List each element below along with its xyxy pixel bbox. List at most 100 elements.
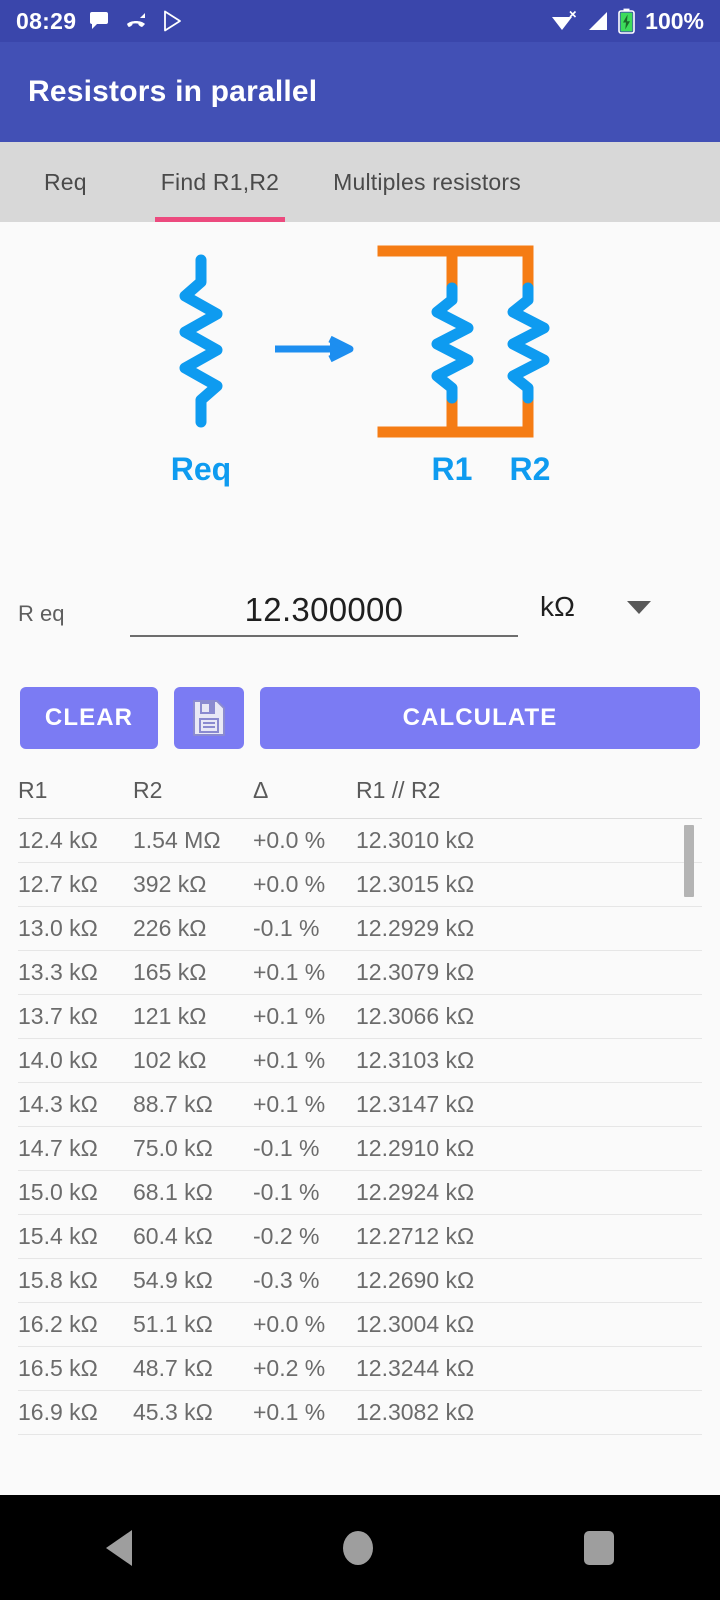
home-circle-icon[interactable] (342, 1530, 373, 1565)
cell-r2: 48.7 kΩ (133, 1346, 253, 1391)
cellular-no-service-icon (586, 10, 610, 32)
back-triangle-icon[interactable] (105, 1529, 132, 1566)
r2-diagram-label: R2 (510, 451, 551, 487)
col-header-delta: Δ (253, 777, 269, 803)
chevron-down-icon (626, 600, 651, 614)
cell-r2: 226 kΩ (133, 906, 253, 951)
cell-r2: 121 kΩ (133, 994, 253, 1039)
results-table-head: R1 R2 Δ R1 // R2 (18, 777, 702, 819)
cell-r2: 42.2 kΩ (133, 1434, 253, 1437)
cell-r1: 16.5 kΩ (18, 1346, 133, 1391)
table-row[interactable]: 13.7 kΩ 121 kΩ +0.1 % 12.3066 kΩ (18, 994, 702, 1039)
app-screen: 08:29 100% Resistors in parallel Req Fin… (0, 0, 720, 1600)
cell-r2: 102 kΩ (133, 1038, 253, 1083)
cell-r1: 15.4 kΩ (18, 1214, 133, 1259)
cell-parallel: 12.2712 kΩ (356, 1214, 702, 1259)
chat-bubble-icon (88, 9, 112, 33)
circuit-diagram: Req R1 R2 (0, 222, 720, 517)
cell-parallel: 12.3244 kΩ (356, 1346, 702, 1391)
unit-dropdown[interactable]: kΩ (540, 591, 651, 637)
cell-delta: -0.1 % (253, 1126, 356, 1171)
cell-delta: -0.2 % (253, 1214, 356, 1259)
table-row[interactable]: 13.3 kΩ 165 kΩ +0.1 % 12.3079 kΩ (18, 950, 702, 995)
recents-square-icon[interactable] (584, 1530, 615, 1565)
tab-multiples-resistors[interactable]: Multiples resistors (327, 142, 527, 222)
status-bar: 08:29 100% (0, 0, 720, 42)
cell-parallel: 12.2929 kΩ (356, 906, 702, 951)
cell-delta: +0.1 % (253, 1390, 356, 1435)
cell-delta: +0.2 % (253, 1434, 356, 1437)
table-row[interactable]: 15.8 kΩ 54.9 kΩ -0.3 % 12.2690 kΩ (18, 1258, 702, 1303)
cell-delta: -0.3 % (253, 1258, 356, 1303)
table-row[interactable]: 13.0 kΩ 226 kΩ -0.1 % 12.2929 kΩ (18, 906, 702, 951)
status-clock: 08:29 (16, 7, 77, 34)
cell-r1: 16.2 kΩ (18, 1302, 133, 1347)
table-row[interactable]: 14.7 kΩ 75.0 kΩ -0.1 % 12.2910 kΩ (18, 1126, 702, 1171)
cell-r1: 12.4 kΩ (18, 818, 133, 863)
table-row[interactable]: 16.9 kΩ 45.3 kΩ +0.1 % 12.3082 kΩ (18, 1390, 702, 1435)
cell-parallel: 12.3010 kΩ (356, 818, 702, 863)
table-row[interactable]: 12.4 kΩ 1.54 MΩ +0.0 % 12.3010 kΩ (18, 818, 702, 863)
missed-call-icon (124, 9, 149, 33)
cell-parallel: 12.3004 kΩ (356, 1302, 702, 1347)
calculate-button[interactable]: CALCULATE (260, 687, 700, 749)
table-row[interactable]: 16.5 kΩ 48.7 kΩ +0.2 % 12.3244 kΩ (18, 1346, 702, 1391)
cell-delta: +0.0 % (253, 862, 356, 907)
table-row[interactable]: 16.2 kΩ 51.1 kΩ +0.0 % 12.3004 kΩ (18, 1302, 702, 1347)
cell-r2: 60.4 kΩ (133, 1214, 253, 1259)
table-row[interactable]: 14.0 kΩ 102 kΩ +0.1 % 12.3103 kΩ (18, 1038, 702, 1083)
table-scrollbar-thumb[interactable] (684, 825, 694, 897)
req-input-field[interactable]: 12.300000 (130, 591, 518, 637)
cell-r2: 88.7 kΩ (133, 1082, 253, 1127)
tab-req[interactable]: Req (38, 142, 93, 222)
cell-parallel: 12.2924 kΩ (356, 1170, 702, 1215)
unit-dropdown-value: kΩ (540, 591, 575, 622)
tab-find-r1-r2[interactable]: Find R1,R2 (154, 142, 286, 222)
req-resistor-symbol (179, 254, 223, 428)
cell-r1: 17.4 kΩ (18, 1434, 133, 1437)
wifi-icon (550, 10, 578, 32)
cell-delta: -0.1 % (253, 1170, 356, 1215)
cell-parallel: 12.3015 kΩ (356, 862, 702, 907)
tab-req-label: Req (44, 168, 87, 195)
app-bar: Resistors in parallel (0, 42, 720, 142)
table-row[interactable]: 12.7 kΩ 392 kΩ +0.0 % 12.3015 kΩ (18, 862, 702, 907)
cell-delta: +0.2 % (253, 1346, 356, 1391)
cell-delta: +0.1 % (253, 950, 356, 995)
battery-charging-icon (618, 8, 635, 34)
clear-button[interactable]: CLEAR (20, 687, 158, 749)
play-store-icon (161, 9, 185, 33)
cell-r1: 13.3 kΩ (18, 950, 133, 995)
save-icon (191, 699, 227, 737)
transform-arrow-icon (275, 335, 354, 363)
cell-r1: 14.7 kΩ (18, 1126, 133, 1171)
cell-r1: 14.0 kΩ (18, 1038, 133, 1083)
cell-r1: 14.3 kΩ (18, 1082, 133, 1127)
results-table-viewport[interactable]: R1 R2 Δ R1 // R2 12.4 kΩ 1.54 MΩ +0.0 % 12.… (18, 777, 702, 1437)
cell-delta: -0.1 % (253, 906, 356, 951)
req-input-value: 12.300000 (244, 591, 404, 628)
cell-r1: 13.7 kΩ (18, 994, 133, 1039)
table-row[interactable]: 17.4 kΩ42.2 kΩ+0.2 %12.3201 kΩ (18, 1434, 702, 1437)
cell-delta: +0.1 % (253, 1082, 356, 1127)
table-row[interactable]: 14.3 kΩ 88.7 kΩ +0.1 % 12.3147 kΩ (18, 1082, 702, 1127)
tab-multiples-resistors-label: Multiples resistors (333, 168, 521, 195)
req-input-row: R eq 12.300000 kΩ (0, 559, 720, 637)
cell-delta: +0.0 % (253, 818, 356, 863)
table-row[interactable]: 15.4 kΩ 60.4 kΩ -0.2 % 12.2712 kΩ (18, 1214, 702, 1259)
action-button-row: CLEAR CALCULATE (0, 687, 720, 749)
cell-parallel: 12.3066 kΩ (356, 994, 702, 1039)
battery-percent-label: 100% (645, 7, 704, 34)
r1-resistor-symbol (431, 282, 474, 404)
table-row[interactable]: 15.0 kΩ 68.1 kΩ -0.1 % 12.2924 kΩ (18, 1170, 702, 1215)
cell-r1: 15.0 kΩ (18, 1170, 133, 1215)
tab-bar: Req Find R1,R2 Multiples resistors (0, 142, 720, 222)
cell-r1: 13.0 kΩ (18, 906, 133, 951)
status-right-group: 100% (550, 8, 704, 35)
cell-r1: 15.8 kΩ (18, 1258, 133, 1303)
cell-delta: +0.0 % (253, 1302, 356, 1347)
results-table-container: R1 R2 Δ R1 // R2 12.4 kΩ 1.54 MΩ +0.0 % 12.… (0, 777, 720, 1437)
parallel-wires (377, 245, 534, 438)
req-input-label: R eq (18, 601, 65, 626)
save-button[interactable] (174, 687, 244, 749)
